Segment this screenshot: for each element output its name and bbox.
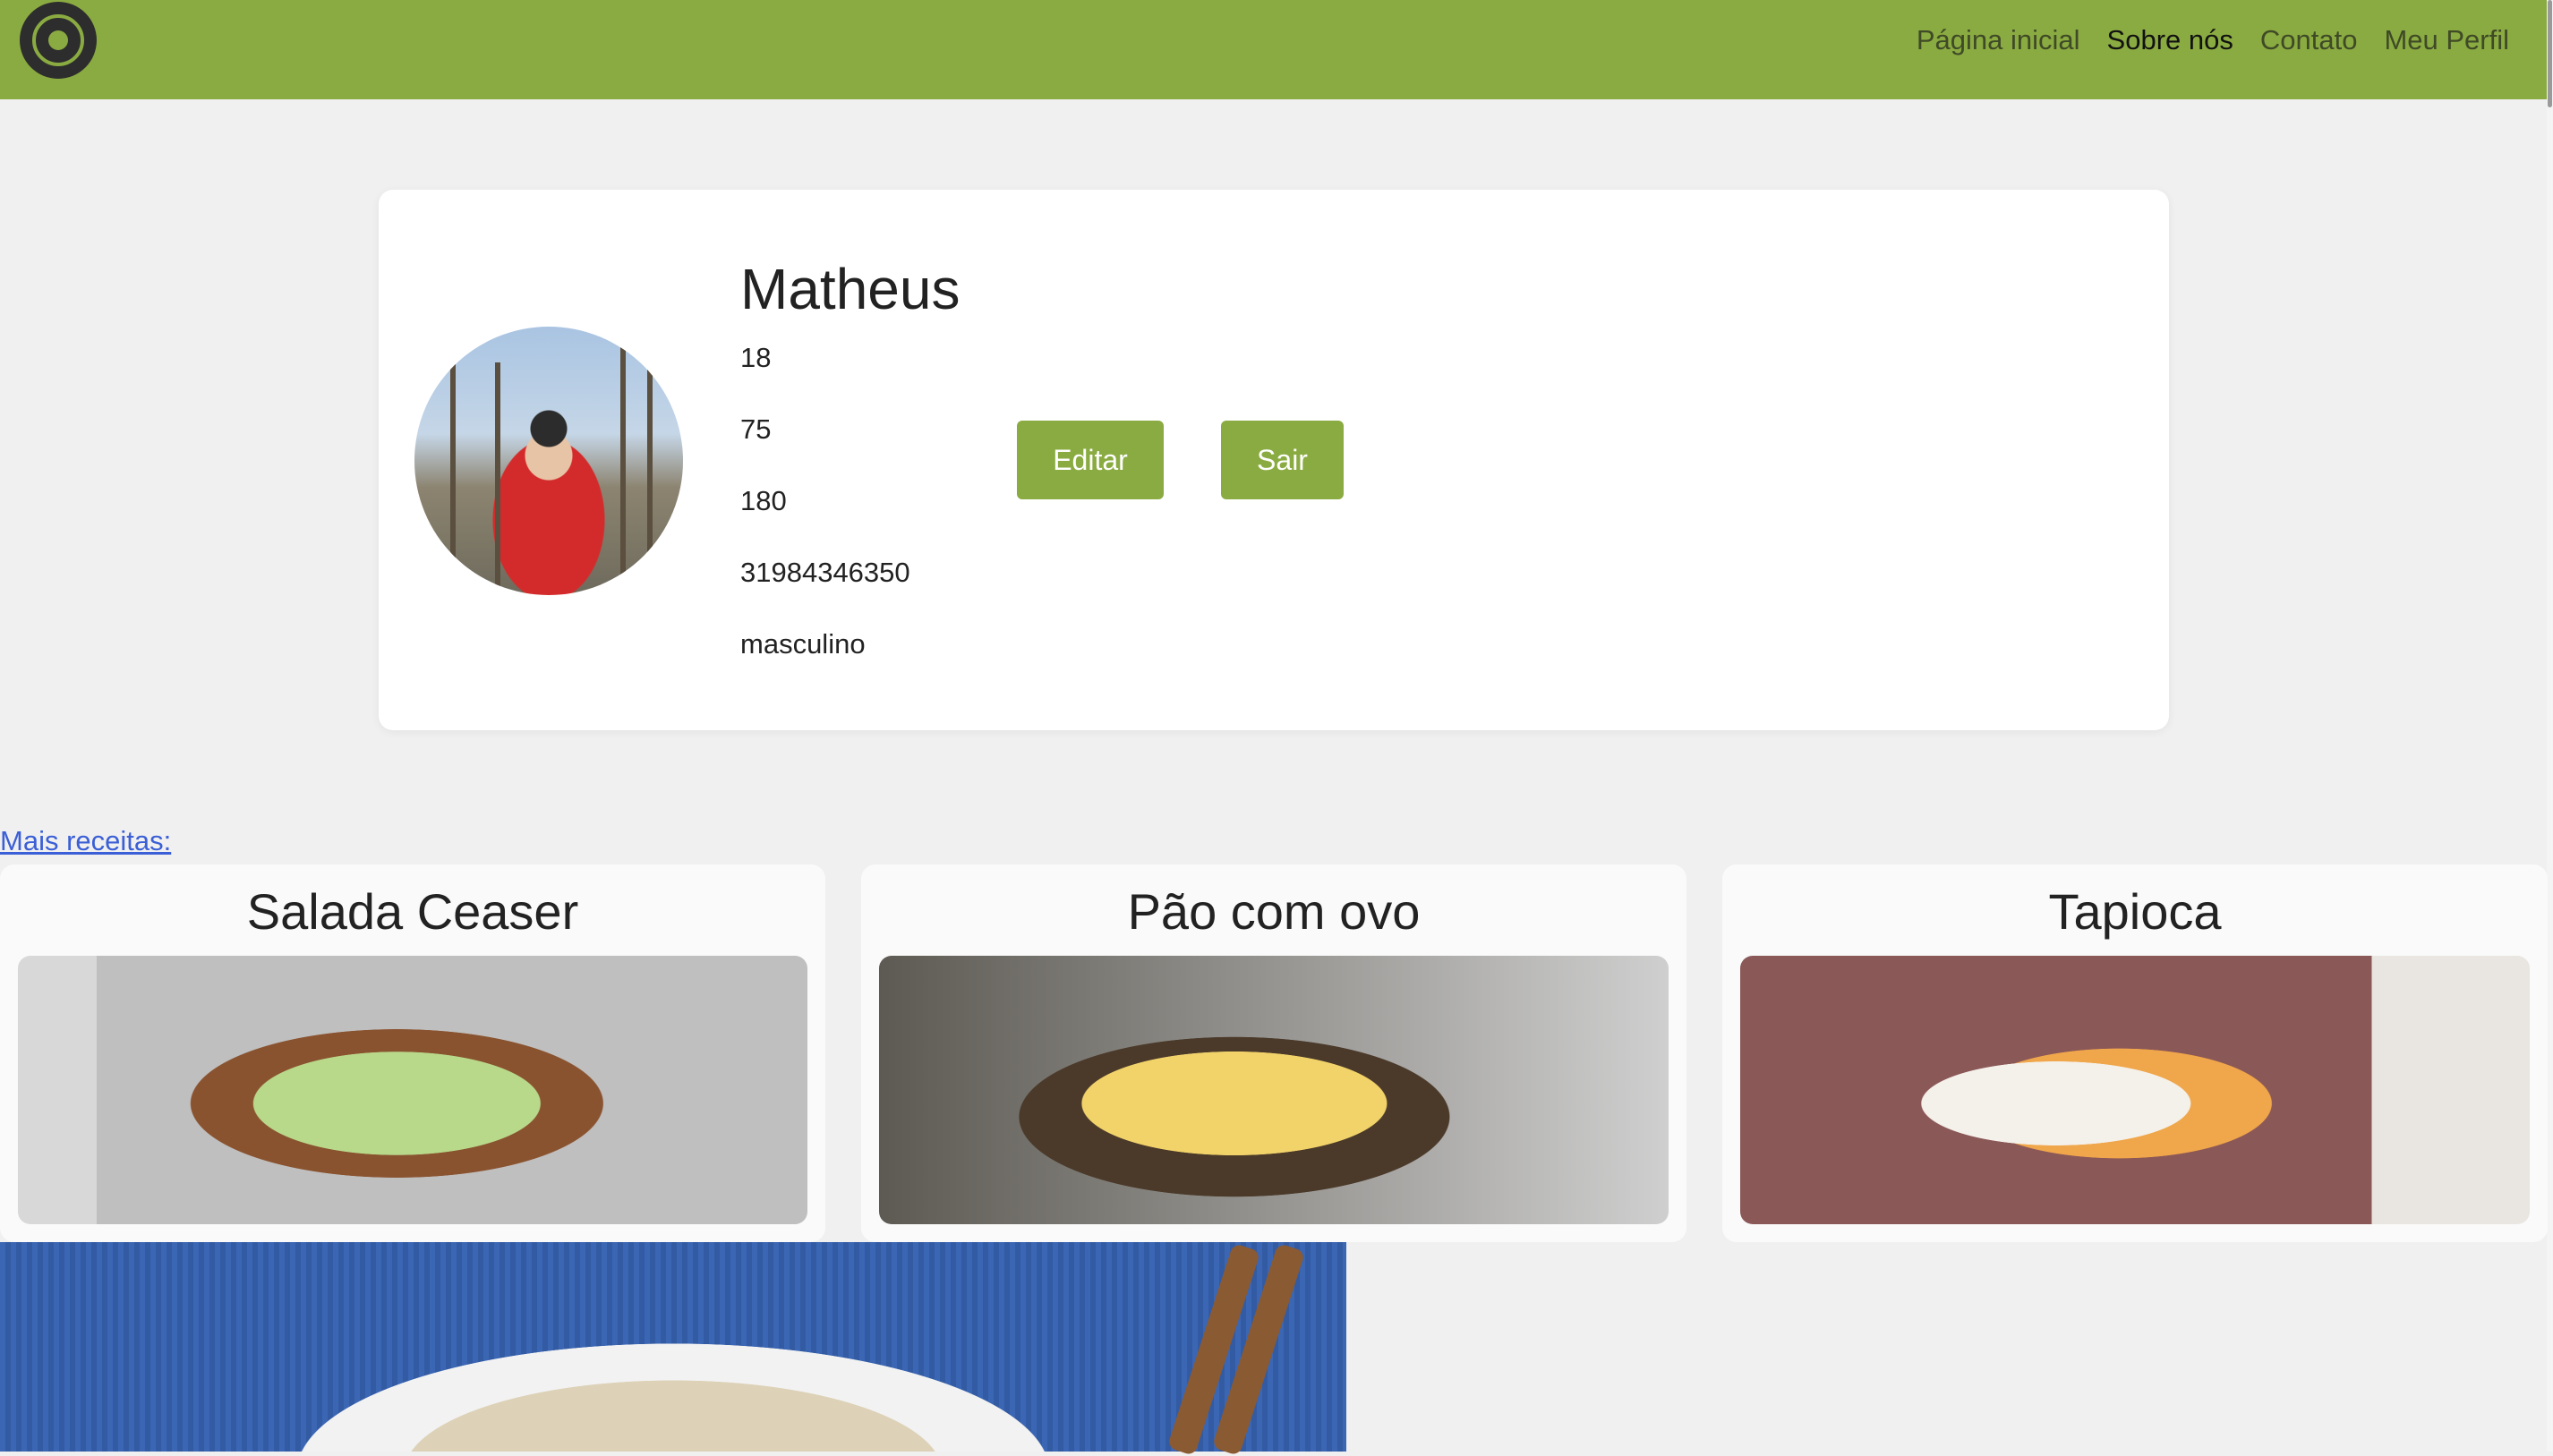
profile-height: 180: [740, 485, 787, 516]
avatar-tree: [450, 327, 456, 595]
avatar-tree: [495, 362, 500, 595]
profile-card: Matheus 18 75 180 31984346350 masculino …: [379, 190, 2169, 730]
profile-weight: 75: [740, 413, 772, 445]
top-navbar: Página inicial Sobre nós Contato Meu Per…: [0, 0, 2547, 99]
logo-icon[interactable]: [20, 2, 97, 79]
logo-center: [48, 30, 68, 50]
profile-gender: masculino: [740, 628, 866, 660]
recipe-title: Tapioca: [2048, 883, 2222, 940]
nav-contact-link[interactable]: Contato: [2260, 24, 2358, 56]
profile-phone: 31984346350: [740, 557, 910, 588]
recipe-title: Salada Ceaser: [246, 883, 579, 940]
profile-age: 18: [740, 342, 772, 373]
recipe-card[interactable]: Pão com ovo: [861, 864, 1686, 1242]
nav-profile-link[interactable]: Meu Perfil: [2384, 24, 2509, 56]
recipe-image-tapioca[interactable]: [1740, 956, 2530, 1224]
logo-ring: [32, 14, 84, 66]
recipe-image-salad[interactable]: [18, 956, 807, 1224]
more-recipes-link[interactable]: Mais receitas:: [0, 825, 171, 857]
scrollbar-thumb[interactable]: [2548, 0, 2552, 107]
profile-name: Matheus: [740, 257, 961, 321]
recipe-card[interactable]: Salada Ceaser: [0, 864, 825, 1242]
nav-about-link[interactable]: Sobre nós: [2107, 24, 2233, 56]
avatar: [414, 327, 683, 595]
recipe-card[interactable]: Tapioca: [1722, 864, 2548, 1242]
avatar-tree: [620, 345, 626, 595]
avatar-tree: [647, 327, 653, 595]
logout-button[interactable]: Sair: [1221, 421, 1344, 499]
recipe-image-egg-toast[interactable]: [879, 956, 1669, 1224]
recipe-title: Pão com ovo: [1127, 883, 1421, 940]
edit-button[interactable]: Editar: [1017, 421, 1164, 499]
nav-links: Página inicial Sobre nós Contato Meu Per…: [1917, 0, 2509, 81]
page-scrollbar[interactable]: [2547, 0, 2553, 1452]
nav-home-link[interactable]: Página inicial: [1917, 24, 2080, 56]
recipe-image-porridge[interactable]: [0, 1242, 1346, 1456]
